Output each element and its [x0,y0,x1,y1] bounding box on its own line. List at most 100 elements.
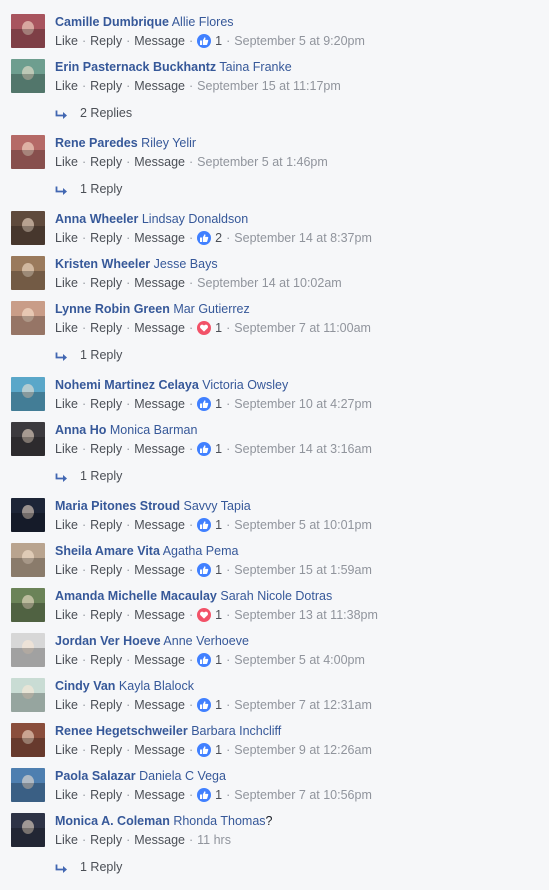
like-link[interactable]: Like [55,832,78,848]
reply-link[interactable]: Reply [90,320,122,336]
message-link[interactable]: Message [134,396,185,412]
reaction-count[interactable]: 1 [197,652,222,668]
message-link[interactable]: Message [134,832,185,848]
avatar[interactable] [11,723,45,757]
like-link[interactable]: Like [55,562,78,578]
tagged-user-link[interactable]: Anne Verhoeve [163,634,249,648]
comment-author-link[interactable]: Anna Ho [55,423,106,437]
like-link[interactable]: Like [55,517,78,533]
timestamp[interactable]: September 7 at 12:31am [234,697,372,713]
comment-author-link[interactable]: Kristen Wheeler [55,257,150,271]
avatar[interactable] [11,633,45,667]
timestamp[interactable]: September 5 at 9:20pm [234,33,365,49]
tagged-user-link[interactable]: Taina Franke [219,60,291,74]
comment-author-link[interactable]: Camille Dumbrique [55,15,169,29]
message-link[interactable]: Message [134,78,185,94]
like-link[interactable]: Like [55,154,78,170]
message-link[interactable]: Message [134,742,185,758]
like-link[interactable]: Like [55,652,78,668]
reply-link[interactable]: Reply [90,742,122,758]
reply-link[interactable]: Reply [90,441,122,457]
reply-link[interactable]: Reply [90,787,122,803]
like-link[interactable]: Like [55,787,78,803]
reply-link[interactable]: Reply [90,832,122,848]
reply-link[interactable]: Reply [90,33,122,49]
message-link[interactable]: Message [134,517,185,533]
avatar[interactable] [11,59,45,93]
avatar[interactable] [11,678,45,712]
timestamp[interactable]: September 14 at 8:37pm [234,230,372,246]
reply-link[interactable]: Reply [90,562,122,578]
view-replies-link[interactable]: 2 Replies [55,105,132,121]
comment-author-link[interactable]: Rene Paredes [55,136,138,150]
tagged-user-link[interactable]: Monica Barman [110,423,198,437]
comment-author-link[interactable]: Anna Wheeler [55,212,138,226]
avatar[interactable] [11,813,45,847]
reaction-count[interactable]: 1 [197,607,222,623]
comment-author-link[interactable]: Amanda Michelle Macaulay [55,589,217,603]
avatar[interactable] [11,135,45,169]
comment-author-link[interactable]: Jordan Ver Hoeve [55,634,161,648]
reply-link[interactable]: Reply [90,517,122,533]
reply-link[interactable]: Reply [90,78,122,94]
like-link[interactable]: Like [55,441,78,457]
view-replies-link[interactable]: 1 Reply [55,347,122,363]
like-link[interactable]: Like [55,742,78,758]
tagged-user-link[interactable]: Victoria Owsley [202,378,288,392]
message-link[interactable]: Message [134,562,185,578]
reply-link[interactable]: Reply [90,396,122,412]
reaction-count[interactable]: 1 [197,441,222,457]
like-link[interactable]: Like [55,396,78,412]
message-link[interactable]: Message [134,33,185,49]
comment-author-link[interactable]: Sheila Amare Vita [55,544,160,558]
like-link[interactable]: Like [55,320,78,336]
message-link[interactable]: Message [134,697,185,713]
tagged-user-link[interactable]: Daniela C Vega [139,769,226,783]
tagged-user-link[interactable]: Sarah Nicole Dotras [220,589,332,603]
reply-link[interactable]: Reply [90,154,122,170]
timestamp[interactable]: September 5 at 10:01pm [234,517,372,533]
timestamp[interactable]: September 7 at 10:56pm [234,787,372,803]
reaction-count[interactable]: 2 [197,230,222,246]
timestamp[interactable]: September 15 at 11:17pm [197,78,341,94]
message-link[interactable]: Message [134,154,185,170]
view-replies-link[interactable]: 1 Reply [55,859,122,875]
avatar[interactable] [11,588,45,622]
view-replies-link[interactable]: 1 Reply [55,468,122,484]
message-link[interactable]: Message [134,320,185,336]
tagged-user-link[interactable]: Allie Flores [172,15,234,29]
message-link[interactable]: Message [134,230,185,246]
reaction-count[interactable]: 1 [197,320,222,336]
comment-author-link[interactable]: Monica A. Coleman [55,814,170,828]
avatar[interactable] [11,543,45,577]
reaction-count[interactable]: 1 [197,396,222,412]
message-link[interactable]: Message [134,787,185,803]
timestamp[interactable]: 11 hrs [197,832,231,848]
reply-link[interactable]: Reply [90,652,122,668]
comment-author-link[interactable]: Nohemi Martinez Celaya [55,378,199,392]
message-link[interactable]: Message [134,652,185,668]
reply-link[interactable]: Reply [90,607,122,623]
like-link[interactable]: Like [55,78,78,94]
reaction-count[interactable]: 1 [197,517,222,533]
avatar[interactable] [11,422,45,456]
timestamp[interactable]: September 9 at 12:26am [234,742,372,758]
like-link[interactable]: Like [55,697,78,713]
view-replies-link[interactable]: 1 Reply [55,181,122,197]
timestamp[interactable]: September 15 at 1:59am [234,562,372,578]
message-link[interactable]: Message [134,607,185,623]
timestamp[interactable]: September 10 at 4:27pm [234,396,372,412]
timestamp[interactable]: September 14 at 10:02am [197,275,342,291]
tagged-user-link[interactable]: Savvy Tapia [184,499,251,513]
timestamp[interactable]: September 13 at 11:38pm [234,607,378,623]
reply-link[interactable]: Reply [90,230,122,246]
comment-author-link[interactable]: Erin Pasternack Buckhantz [55,60,216,74]
reaction-count[interactable]: 1 [197,742,222,758]
like-link[interactable]: Like [55,607,78,623]
reply-link[interactable]: Reply [90,275,122,291]
tagged-user-link[interactable]: Jesse Bays [154,257,218,271]
tagged-user-link[interactable]: Mar Gutierrez [173,302,249,316]
avatar[interactable] [11,14,45,48]
reaction-count[interactable]: 1 [197,697,222,713]
tagged-user-link[interactable]: Agatha Pema [163,544,239,558]
